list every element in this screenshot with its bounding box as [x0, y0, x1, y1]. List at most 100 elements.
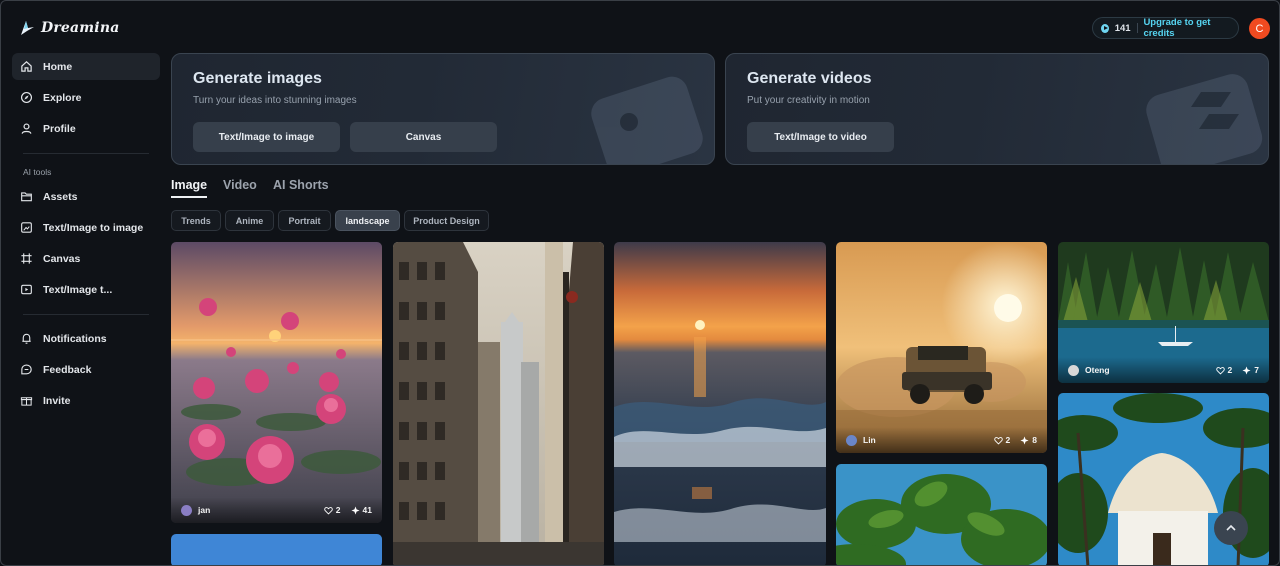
sidebar-item-explore[interactable]: Explore [12, 84, 160, 111]
canvas-button[interactable]: Canvas [350, 122, 497, 152]
remix-button[interactable]: 8 [1020, 435, 1037, 445]
author-avatar [846, 434, 857, 446]
generate-videos-card: Generate videos Put your creativity in m… [725, 53, 1269, 165]
hero-subtitle: Turn your ideas into stunning images [193, 95, 357, 106]
sidebar-item-label: Profile [43, 122, 76, 135]
author-name: jan [198, 505, 211, 515]
heart-icon [1215, 366, 1225, 375]
roses-sunset-image [171, 242, 382, 523]
remix-button[interactable]: 41 [350, 505, 372, 515]
gallery-card[interactable]: Lin 2 8 [836, 242, 1047, 453]
app-window: Dreamina 141 Upgrade to get credits C Ho… [0, 0, 1280, 566]
credits-badge[interactable]: 141 Upgrade to get credits [1092, 17, 1239, 39]
author-name: Oteng [1085, 365, 1110, 375]
folder-icon [20, 190, 33, 203]
active-tab-indicator [171, 196, 207, 198]
like-count: 2 [335, 505, 341, 515]
tab-image[interactable]: Image [171, 178, 207, 192]
chip-portrait[interactable]: Portrait [278, 210, 331, 231]
chip-trends[interactable]: Trends [171, 210, 221, 231]
text-image-to-video-button[interactable]: Text/Image to video [747, 122, 894, 152]
like-button[interactable]: 2 [993, 435, 1011, 445]
remix-count: 41 [362, 505, 372, 515]
gallery-card[interactable] [836, 464, 1047, 565]
generate-images-card: Generate images Turn your ideas into stu… [171, 53, 715, 165]
sidebar-item-text-image-to-image[interactable]: Text/Image to image [12, 214, 160, 241]
sidebar-item-label: Text/Image to image [43, 221, 144, 234]
dreamina-logo-icon [21, 21, 34, 35]
card-stats: 2 41 [324, 505, 372, 515]
gallery-card[interactable] [393, 242, 604, 565]
tab-video[interactable]: Video [223, 178, 257, 192]
app-logo[interactable]: Dreamina [19, 18, 119, 38]
like-button[interactable]: 2 [324, 505, 341, 515]
remix-button[interactable]: 7 [1242, 365, 1259, 375]
divider [1136, 23, 1138, 33]
sidebar-item-label: Text/Image t... [43, 283, 113, 296]
ocean-sunset-image [614, 242, 826, 565]
hero-subtitle: Put your creativity in motion [747, 95, 870, 106]
compass-icon [20, 91, 33, 104]
sparkle-icon [1242, 365, 1251, 375]
author-avatar [1068, 364, 1079, 376]
author-avatar [181, 504, 192, 516]
gallery-card[interactable] [171, 534, 382, 565]
feedback-icon [20, 363, 33, 376]
sparkle-icon [1020, 435, 1029, 445]
gallery-card[interactable]: Oteng 2 7 [1058, 242, 1269, 383]
like-count: 2 [1227, 365, 1233, 375]
remix-count: 7 [1254, 365, 1259, 375]
card-meta: Lin 2 8 [836, 427, 1047, 453]
user-icon [20, 122, 33, 135]
gallery-card[interactable] [614, 242, 826, 565]
chip-landscape[interactable]: landscape [335, 210, 400, 231]
sidebar-divider [23, 153, 149, 154]
sidebar-item-invite[interactable]: Invite [12, 387, 160, 414]
chevron-up-icon [1226, 524, 1236, 531]
sidebar-item-label: Feedback [43, 363, 92, 376]
like-count: 2 [1005, 435, 1011, 445]
video-generate-icon [20, 283, 33, 296]
sidebar-item-profile[interactable]: Profile [12, 115, 160, 142]
sidebar-item-assets[interactable]: Assets [12, 183, 160, 210]
remix-count: 8 [1032, 435, 1037, 445]
sidebar-item-feedback[interactable]: Feedback [12, 356, 160, 383]
desert-truck-image [836, 242, 1047, 453]
gift-icon [20, 394, 33, 407]
gallery-card[interactable]: jan 2 41 [171, 242, 382, 523]
text-image-to-image-button[interactable]: Text/Image to image [193, 122, 340, 152]
chip-product-design[interactable]: Product Design [404, 210, 489, 231]
home-icon [20, 60, 33, 73]
heart-icon [324, 506, 333, 515]
sidebar-item-notifications[interactable]: Notifications [12, 325, 160, 352]
tropical-leaves-image [836, 464, 1047, 565]
sidebar-item-label: Invite [43, 394, 71, 407]
chip-anime[interactable]: Anime [225, 210, 274, 231]
sidebar-item-label: Home [43, 60, 73, 73]
image-generate-icon [20, 221, 33, 234]
sidebar-item-home[interactable]: Home [12, 53, 160, 80]
scroll-to-top-button[interactable] [1214, 511, 1248, 545]
user-avatar[interactable]: C [1249, 18, 1270, 39]
sidebar-item-canvas[interactable]: Canvas [12, 245, 160, 272]
card-meta: jan 2 41 [171, 497, 382, 523]
blue-sky-image [171, 534, 382, 565]
hero-title: Generate images [193, 70, 322, 87]
credit-icon [1101, 23, 1109, 33]
card-stats: 2 8 [993, 435, 1037, 445]
hero-title: Generate videos [747, 70, 872, 87]
credit-count: 141 [1114, 22, 1131, 34]
video-deco-icon [1146, 74, 1263, 164]
sparkle-icon [350, 505, 360, 515]
city-street-image [393, 242, 604, 565]
upgrade-link[interactable]: Upgrade to get credits [1143, 17, 1230, 39]
card-meta: Oteng 2 7 [1058, 357, 1269, 383]
sidebar-section-label: AI tools [23, 167, 52, 177]
tab-ai-shorts[interactable]: AI Shorts [273, 178, 329, 192]
sidebar-item-label: Canvas [43, 252, 81, 265]
sidebar-item-text-image-to-video[interactable]: Text/Image t... [12, 276, 160, 303]
app-name: Dreamina [41, 20, 120, 36]
sidebar-divider [23, 314, 149, 315]
sidebar-item-label: Assets [43, 190, 78, 203]
like-button[interactable]: 2 [1215, 365, 1233, 375]
